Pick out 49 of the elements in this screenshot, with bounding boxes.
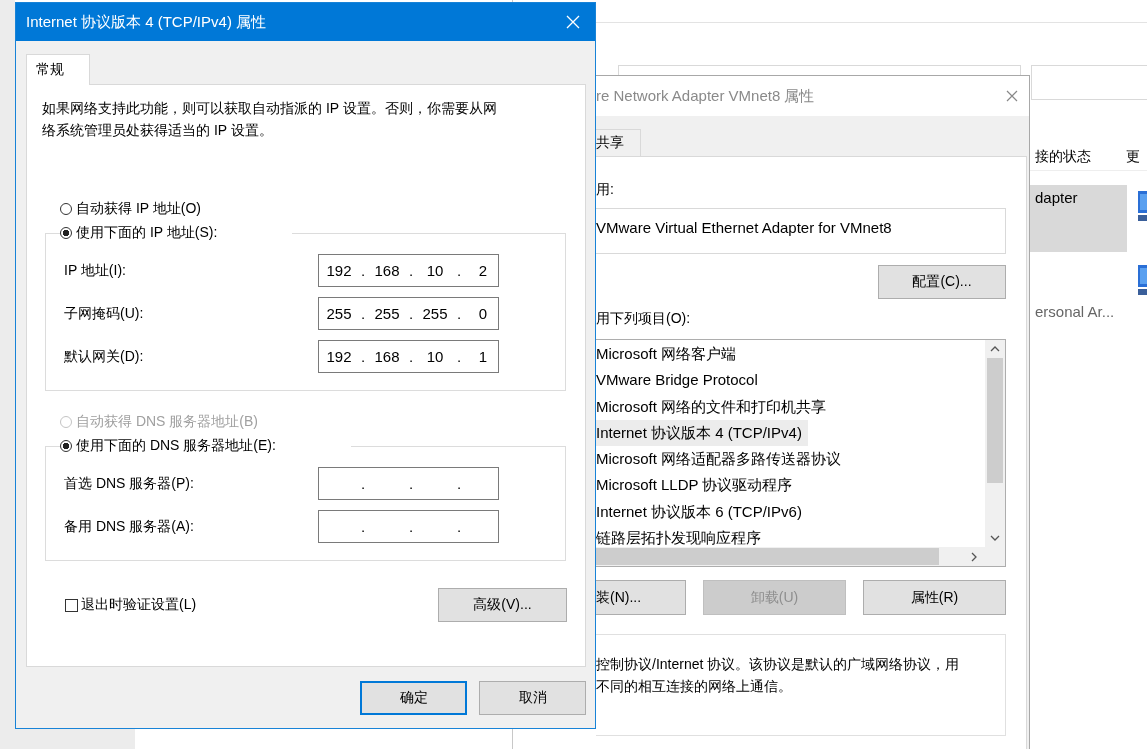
- field-label: 首选 DNS 服务器(P):: [64, 474, 194, 493]
- dialog-button[interactable]: 确定: [360, 681, 467, 715]
- description-text: 如果网络支持此功能，则可以获取自动指派的 IP 设置。否则，你需要从网 络系统管理员处获得适当的 IP 设置。: [42, 99, 498, 140]
- list-item[interactable]: Microsoft 网络的文件和打印机共享: [596, 393, 832, 420]
- radio-button[interactable]: 使用下面的 IP 地址(S):: [60, 221, 218, 245]
- radio-button[interactable]: 使用下面的 DNS 服务器地址(E):: [60, 434, 276, 458]
- monitor-icon: [1137, 263, 1147, 297]
- checkbox[interactable]: 退出时验证设置(L): [65, 596, 197, 614]
- connection-name: dapter: [1035, 189, 1078, 206]
- tab[interactable]: 常规: [26, 54, 90, 85]
- ip-address-field[interactable]: . . .: [318, 467, 499, 500]
- list-item[interactable]: VMware Bridge Protocol: [596, 367, 764, 394]
- component-list[interactable]: Microsoft 网络客户端 VMware Bridge Protocol Microsoft 网络的文件和打印机共享 Internet 协议版本 4 (TCP/IPv4) Microsoft 网络适配器多路传送器协议 Microsoft LLDP 协议驱动程序 Internet 协议版本 6 (TCP/IPv6) 链路层拓扑发现响应程序: [596, 339, 1006, 567]
- ip-address-field[interactable]: 192 . 168 . 10 . 1: [318, 340, 499, 373]
- list-item[interactable]: Microsoft LLDP 协议驱动程序: [596, 472, 799, 499]
- toolbar-item[interactable]: 更: [1126, 148, 1140, 166]
- ip-address-field[interactable]: . . .: [318, 510, 499, 543]
- field-label: 备用 DNS 服务器(A):: [64, 517, 194, 536]
- close-icon: [566, 15, 580, 29]
- list-item[interactable]: Microsoft 网络适配器多路传送器协议: [596, 446, 847, 473]
- field-label: 默认网关(D):: [64, 347, 144, 366]
- vertical-scrollbar[interactable]: [985, 340, 1005, 547]
- close-icon: [1006, 90, 1018, 102]
- list-item[interactable]: Microsoft 网络客户端: [596, 341, 742, 368]
- window-title: re Network Adapter VMnet8 属性: [596, 86, 815, 106]
- connection-name: ersonal Ar...: [1035, 303, 1115, 320]
- list-item[interactable]: 链路层拓扑发现响应程序: [596, 525, 767, 547]
- window-title: Internet 协议版本 4 (TCP/IPv4) 属性: [26, 12, 267, 32]
- description-text: 控制协议/Internet 协议。该协议是默认的广域网络协议，用 不同的相互连接的网络上通信。: [596, 655, 961, 696]
- tab[interactable]: 共享: [596, 129, 641, 156]
- adapter-name-field: VMware Virtual Ethernet Adapter for VMnet8: [596, 208, 1006, 254]
- field-label: 子网掩码(U):: [64, 304, 144, 323]
- action-button[interactable]: 属性(R): [863, 580, 1006, 615]
- radio-button[interactable]: 自动获得 IP 地址(O): [60, 197, 201, 221]
- horizontal-scrollbar[interactable]: [596, 547, 1005, 566]
- search-field[interactable]: [1031, 65, 1147, 100]
- section-label: 用下列项目(O):: [596, 309, 692, 328]
- section-label: 用:: [596, 180, 615, 199]
- list-item[interactable]: Internet 协议版本 6 (TCP/IPv6): [596, 498, 808, 526]
- advanced-button[interactable]: 高级(V)...: [438, 588, 567, 622]
- toolbar-item[interactable]: 接的状态: [1035, 148, 1091, 166]
- configure-button[interactable]: 配置(C)...: [878, 265, 1006, 299]
- field-label: IP 地址(I):: [64, 261, 126, 280]
- ip-address-field[interactable]: 255 . 255 . 255 . 0: [318, 297, 499, 330]
- ip-address-field[interactable]: 192 . 168 . 10 . 2: [318, 254, 499, 287]
- monitor-icon: [1137, 189, 1147, 223]
- action-button[interactable]: 装(N)...: [596, 580, 686, 615]
- dialog-button[interactable]: 取消: [479, 681, 586, 715]
- list-item[interactable]: Internet 协议版本 4 (TCP/IPv4): [596, 419, 808, 447]
